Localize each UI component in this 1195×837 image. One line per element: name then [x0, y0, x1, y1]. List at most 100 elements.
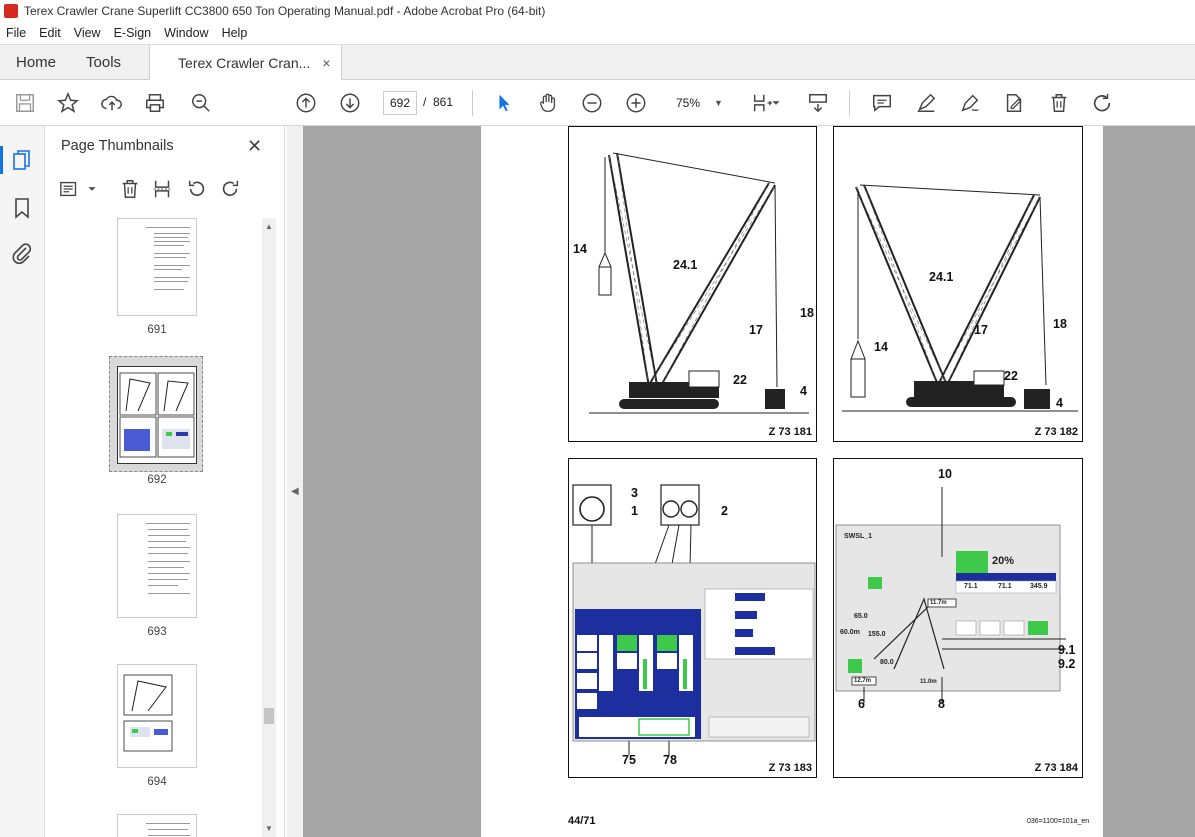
- hand-tool-icon[interactable]: [536, 91, 560, 115]
- toolbar-divider: [849, 90, 850, 116]
- callout-label: 18: [1053, 317, 1067, 331]
- left-navigation-rail: [0, 126, 45, 837]
- main-toolbar: 692 / 861 75% ▼: [0, 80, 1195, 126]
- screen-width: 12.7m: [854, 678, 872, 684]
- callout-label: 22: [733, 373, 747, 387]
- active-indicator: [0, 146, 3, 174]
- collapse-left-icon: ◀: [291, 486, 299, 497]
- callout-label: 4: [800, 384, 807, 398]
- close-panel-icon[interactable]: ✕: [247, 136, 262, 157]
- figure-lmi-screen: SWSL_1 20% 71.1 71.1 345.9 11.7m 60.0m 6…: [833, 458, 1083, 778]
- callout-label: 4: [1056, 396, 1063, 410]
- thumbnail-page[interactable]: [117, 664, 197, 768]
- callout-label: 14: [573, 242, 587, 256]
- rotate-clockwise-icon[interactable]: [219, 178, 243, 202]
- rotate-icon[interactable]: [1090, 91, 1114, 115]
- highlight-pen-icon[interactable]: [914, 91, 938, 115]
- scrollbar-thumb[interactable]: [264, 708, 274, 724]
- callout-label: 6: [858, 697, 865, 711]
- save-icon[interactable]: [13, 91, 37, 115]
- thumbnail-options-icon[interactable]: [59, 178, 83, 202]
- screen-bottom: 11.0m: [920, 679, 937, 685]
- tab-tools[interactable]: Tools: [72, 45, 135, 80]
- zoom-level-select[interactable]: 75% ▼: [668, 91, 730, 115]
- extract-page-icon[interactable]: [152, 178, 176, 202]
- scroll-up-icon[interactable]: ▲: [265, 222, 273, 231]
- figure-crane-1: 14 24.1 17 18 22 4 Z 73 181: [568, 126, 817, 442]
- select-cursor-icon[interactable]: [492, 91, 516, 115]
- screen-act: 71.1: [964, 583, 978, 590]
- chevron-down-icon: ▼: [714, 98, 723, 108]
- thumbnail-page[interactable]: [117, 814, 197, 837]
- screen-percent: 20%: [992, 555, 1015, 567]
- menu-window[interactable]: Window: [164, 26, 208, 40]
- callout-label: 3: [631, 486, 638, 500]
- close-tab-icon[interactable]: ×: [322, 55, 330, 71]
- title-bar: Terex Crawler Crane Superlift CC3800 650…: [0, 0, 1195, 22]
- screen-max: 71.1: [998, 583, 1012, 590]
- toolbar-divider: [472, 90, 473, 116]
- menu-bar: File Edit View E-Sign Window Help: [0, 22, 1195, 44]
- star-icon[interactable]: [56, 91, 80, 115]
- delete-icon[interactable]: [1047, 91, 1071, 115]
- callout-label: 18: [800, 306, 814, 320]
- page-thumbnails-icon[interactable]: [10, 148, 34, 172]
- delete-page-icon[interactable]: [119, 178, 143, 202]
- fit-page-dropdown-icon[interactable]: [770, 91, 782, 115]
- scroll-down-icon[interactable]: ▼: [265, 824, 273, 833]
- upload-cloud-icon[interactable]: [100, 91, 124, 115]
- thumbnails-panel: Page Thumbnails ✕ 691 692 693 694 ▲ ▼: [45, 126, 285, 837]
- page-footer-code: 036=1100=101a_en: [1027, 818, 1090, 825]
- screen-radius-top: 11.7m: [930, 600, 947, 606]
- figure-code: Z 73 181: [768, 426, 812, 438]
- thumbnail-page-label: 693: [147, 626, 167, 638]
- menu-view[interactable]: View: [74, 26, 101, 40]
- callout-label: 17: [974, 323, 988, 337]
- edit-pdf-icon[interactable]: [1002, 91, 1026, 115]
- callout-label: 22: [1004, 369, 1018, 383]
- zoom-in-icon[interactable]: [624, 91, 648, 115]
- rotate-counterclockwise-icon[interactable]: [186, 178, 210, 202]
- next-page-icon[interactable]: [338, 91, 362, 115]
- screen-max2: 345.9: [1030, 583, 1048, 590]
- tab-document[interactable]: Terex Crawler Cran... ×: [149, 45, 342, 81]
- zoom-out-icon[interactable]: [580, 91, 604, 115]
- thumbnails-title: Page Thumbnails: [61, 138, 174, 154]
- print-icon[interactable]: [143, 91, 167, 115]
- page-count: 861: [433, 95, 454, 109]
- callout-label: 75: [622, 753, 636, 767]
- thumbnail-page-selected[interactable]: [117, 366, 197, 464]
- thumbnail-page[interactable]: [117, 514, 197, 618]
- menu-esign[interactable]: E-Sign: [114, 26, 152, 40]
- menu-help[interactable]: Help: [222, 26, 248, 40]
- menu-file[interactable]: File: [6, 26, 26, 40]
- page-number-input[interactable]: 692: [383, 91, 417, 115]
- thumbnail-scrollbar[interactable]: ▲ ▼: [262, 218, 276, 837]
- figure-code: Z 73 182: [1034, 426, 1078, 438]
- draw-signature-icon[interactable]: [958, 91, 982, 115]
- tab-home[interactable]: Home: [0, 45, 72, 80]
- document-viewer[interactable]: 14 24.1 17 18 22 4 Z 73 181 24.1 14 17 1…: [303, 126, 1195, 837]
- callout-label: 78: [663, 753, 677, 767]
- page-separator: /: [423, 95, 427, 109]
- page-footer-number: 44/71: [568, 815, 596, 827]
- screen-angle1: 65.0: [854, 613, 868, 620]
- acrobat-icon: [4, 4, 18, 18]
- callout-label: 8: [938, 697, 945, 711]
- previous-page-icon[interactable]: [294, 91, 318, 115]
- menu-edit[interactable]: Edit: [39, 26, 61, 40]
- bookmark-icon[interactable]: [10, 196, 34, 220]
- chevron-down-icon[interactable]: [81, 178, 96, 202]
- figure-code: Z 73 184: [1034, 762, 1078, 774]
- comment-icon[interactable]: [870, 91, 894, 115]
- collapse-panel-handle[interactable]: ◀: [287, 126, 303, 837]
- scroll-mode-icon[interactable]: [806, 91, 830, 115]
- thumbnail-page-label: 691: [147, 324, 167, 336]
- pdf-page: 14 24.1 17 18 22 4 Z 73 181 24.1 14 17 1…: [481, 126, 1103, 837]
- attachment-icon[interactable]: [10, 241, 34, 265]
- zoom-level-value: 75%: [676, 96, 701, 110]
- callout-label: 14: [874, 340, 888, 354]
- zoom-search-icon[interactable]: [189, 91, 213, 115]
- callout-label: 24.1: [673, 258, 698, 272]
- thumbnail-page[interactable]: [117, 218, 197, 316]
